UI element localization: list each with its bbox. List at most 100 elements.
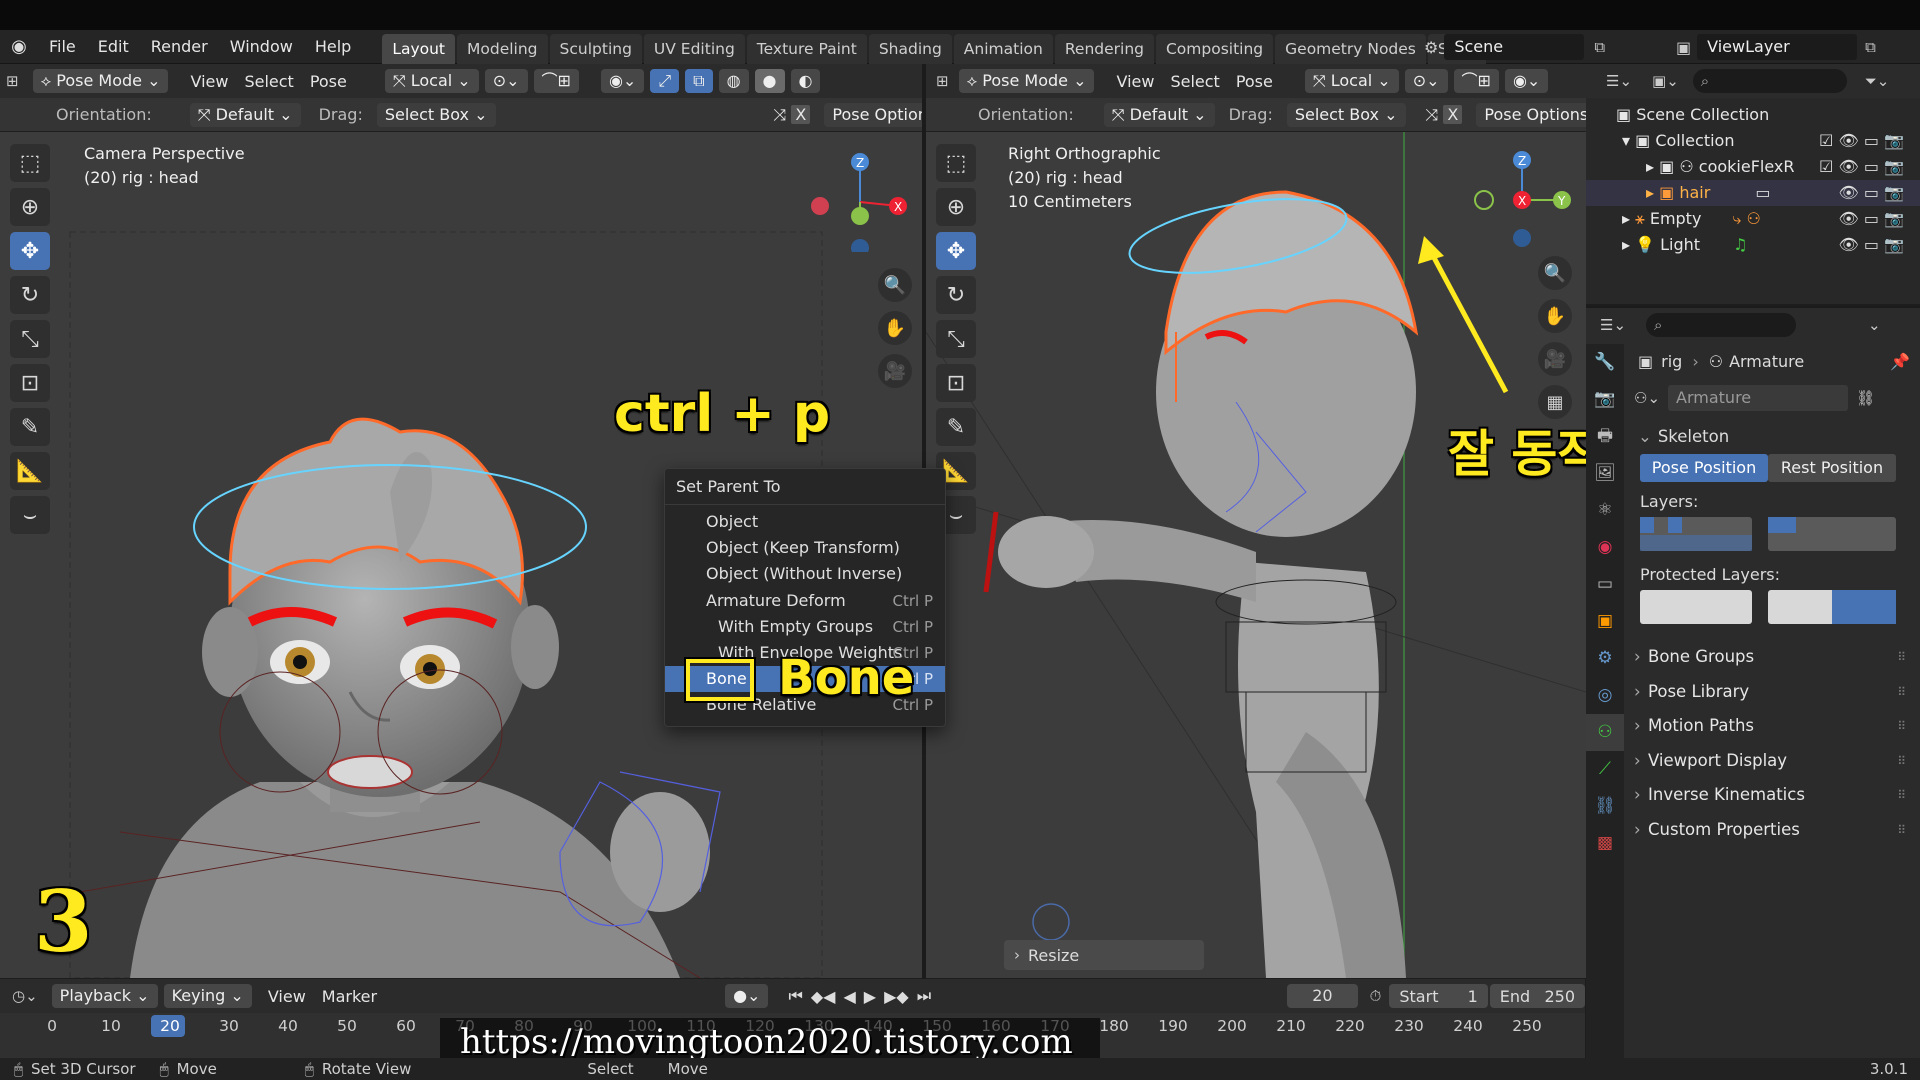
layers-grid[interactable] [1640, 517, 1896, 551]
camera-view-icon[interactable]: 🎥 [878, 354, 912, 388]
view-layer-tab-icon[interactable]: 🖼 [1586, 455, 1624, 492]
view-layer-field[interactable]: ViewLayer [1697, 34, 1858, 60]
scale-tool-icon[interactable]: ⤡ [936, 320, 976, 358]
chevron-down-icon[interactable]: ⌄ [1868, 316, 1881, 334]
shading-wire-icon[interactable]: ◍ [718, 69, 749, 93]
snap-icon[interactable]: ⌒⊞ [1453, 69, 1499, 93]
visibility-icons[interactable]: 👁 ▭ 📷 [1838, 206, 1904, 232]
menu-pose[interactable]: Pose [1228, 72, 1281, 91]
visibility-icons[interactable]: 👁 ▭ 📷 [1838, 232, 1904, 258]
menu-file[interactable]: File [38, 30, 87, 64]
output-tab-icon[interactable]: 🖶 [1586, 418, 1624, 455]
scene-tab-icon[interactable]: ⚛ [1586, 492, 1624, 529]
pose-options-x-icon[interactable]: ⤨ X [766, 104, 819, 125]
scene-icon[interactable]: ⚙ [1424, 38, 1438, 57]
armature-data-tab-icon[interactable]: ⚇ [1586, 714, 1624, 751]
pan-hand-icon[interactable]: ✋ [878, 311, 912, 345]
outliner-row-collection[interactable]: ▾ ▣ Collection ☑ 👁 ▭ 📷 [1586, 128, 1920, 154]
tab-geometry-nodes[interactable]: Geometry Nodes [1275, 33, 1426, 64]
section-inverse-kinematics[interactable]: Inverse Kinematics [1624, 778, 1920, 813]
bone-constraint-tab-icon[interactable]: ⛓ [1586, 788, 1624, 825]
annotate-tool-icon[interactable]: ✎ [10, 408, 50, 446]
blender-logo-icon[interactable]: ◉ [0, 36, 38, 57]
tab-texture-paint[interactable]: Texture Paint [746, 33, 867, 64]
skeleton-panel-header[interactable]: ⌄ Skeleton [1624, 418, 1920, 454]
tab-uv-editing[interactable]: UV Editing [643, 33, 745, 64]
menu-view[interactable]: View [182, 72, 236, 91]
xray-icon[interactable]: ⧉ [685, 69, 713, 93]
menu-item-object-without-inverse[interactable]: Object (Without Inverse) [665, 561, 945, 587]
render-tab-icon[interactable]: 📷 [1586, 381, 1624, 418]
object-tab-icon[interactable]: ▣ [1586, 603, 1624, 640]
section-custom-properties[interactable]: Custom Properties [1624, 813, 1920, 848]
zoom-icon[interactable]: 🔍 [1538, 256, 1572, 290]
shading-solid-icon[interactable]: ● [754, 69, 785, 93]
menu-select[interactable]: Select [1162, 72, 1227, 91]
scene-field[interactable]: Scene [1444, 34, 1585, 60]
visibility-icons[interactable]: ☑ 👁 ▭ 📷 [1819, 128, 1904, 154]
rotate-tool-icon[interactable]: ↻ [936, 276, 976, 314]
menu-render[interactable]: Render [140, 30, 219, 64]
menu-item-object[interactable]: Object [665, 509, 945, 535]
editor-type-icon[interactable]: ⊞ [936, 72, 949, 90]
menu-edit[interactable]: Edit [87, 30, 140, 64]
overlay-icon[interactable]: ◉⌄ [600, 69, 645, 93]
orientation-dropdown[interactable]: ⤧ Default ⌄ [1103, 102, 1215, 127]
bone-tab-icon[interactable]: ⟋ [1586, 751, 1624, 788]
right-viewport[interactable]: ⬚ ⊕ ✥ ↻ ⤡ ⊡ ✎ 📐 ⌣ Right Orthographic (20… [926, 132, 1586, 978]
zoom-icon[interactable]: 🔍 [878, 268, 912, 302]
world-tab-icon[interactable]: ◉ [1586, 529, 1624, 566]
pose-relax-tool-icon[interactable]: ⌣ [10, 496, 50, 534]
transform-tool-icon[interactable]: ⊡ [10, 364, 50, 402]
pose-options-button[interactable]: Pose Options [1476, 102, 1597, 127]
drag-dropdown[interactable]: Select Box ⌄ [376, 102, 496, 127]
outliner-row-empty[interactable]: ▸ ⚹ Empty ⤷ ⚇ 👁 ▭ 📷 [1586, 206, 1920, 232]
editor-type-icon[interactable]: ⊞ [6, 72, 19, 90]
rotate-tool-icon[interactable]: ↻ [10, 276, 50, 314]
section-motion-paths[interactable]: Motion Paths [1624, 709, 1920, 744]
tab-animation[interactable]: Animation [953, 33, 1053, 64]
move-tool-icon[interactable]: ✥ [936, 232, 976, 270]
texture-tab-icon[interactable]: ▩ [1586, 825, 1624, 862]
transform-orientation-dropdown[interactable]: ⤧ Local ⌄ [384, 69, 479, 93]
pose-position-button[interactable]: Pose Position [1640, 454, 1768, 482]
menu-pose[interactable]: Pose [302, 72, 355, 91]
view-layer-icon[interactable]: ▣ [1676, 38, 1691, 57]
section-viewport-display[interactable]: Viewport Display [1624, 744, 1920, 779]
right-axis-gizmo[interactable]: Z X Y [1474, 142, 1584, 252]
outliner-row-hair[interactable]: ▸ ▣ hair ▭ 👁 ▭ 📷 [1586, 180, 1920, 206]
pivot-icon[interactable]: ⊙⌄ [484, 69, 528, 93]
properties-search-input[interactable]: ⌕ [1646, 313, 1797, 337]
orientation-dropdown[interactable]: ⤧ Default ⌄ [189, 102, 301, 127]
copy-scene-icon[interactable]: ⧉ [1594, 38, 1605, 56]
outliner-search-input[interactable]: ⌕ [1692, 69, 1847, 93]
scale-tool-icon[interactable]: ⤡ [10, 320, 50, 358]
section-bone-groups[interactable]: Bone Groups [1624, 640, 1920, 675]
menu-help[interactable]: Help [304, 30, 362, 64]
menu-item-armature-deform[interactable]: Armature Deform Ctrl P [665, 588, 945, 614]
section-pose-library[interactable]: Pose Library [1624, 675, 1920, 710]
select-tool-icon[interactable]: ⬚ [10, 144, 50, 182]
menu-select[interactable]: Select [236, 72, 301, 91]
camera-view-icon[interactable]: 🎥 [1538, 342, 1572, 376]
editor-type-icon[interactable]: ☰⌄ [1606, 72, 1632, 90]
armature-data-icon[interactable]: ⚇⌄ [1634, 389, 1660, 407]
shading-material-icon[interactable]: ◐ [790, 69, 821, 93]
transform-tool-icon[interactable]: ⊡ [936, 364, 976, 402]
armature-name-field[interactable]: Armature [1668, 385, 1849, 411]
outliner-row-cookieflexr[interactable]: ▸ ▣ ⚇ cookieFlexR ☑ 👁 ▭ 📷 [1586, 154, 1920, 180]
gizmo-icon[interactable]: ⤢ [650, 69, 680, 93]
physics-tab-icon[interactable]: ◎ [1586, 677, 1624, 714]
copy-view-layer-icon[interactable]: ⧉ [1865, 38, 1876, 56]
tab-sculpting[interactable]: Sculpting [549, 33, 642, 64]
rest-position-button[interactable]: Rest Position [1768, 454, 1896, 482]
fake-user-icon[interactable]: ⛓ [1856, 389, 1875, 407]
tool-tab-icon[interactable]: 🔧 [1586, 344, 1624, 381]
mode-dropdown[interactable]: ⟡ Pose Mode ⌄ [958, 69, 1095, 93]
tab-rendering[interactable]: Rendering [1054, 33, 1154, 64]
left-axis-gizmo[interactable]: Z X [800, 142, 910, 252]
menu-item-object-keep-transform[interactable]: Object (Keep Transform) [665, 535, 945, 561]
pin-icon[interactable]: 📌 [1890, 352, 1910, 371]
pose-options-x-icon[interactable]: ⤨ X [1418, 104, 1471, 125]
mode-dropdown[interactable]: ⟡ Pose Mode ⌄ [32, 69, 169, 93]
